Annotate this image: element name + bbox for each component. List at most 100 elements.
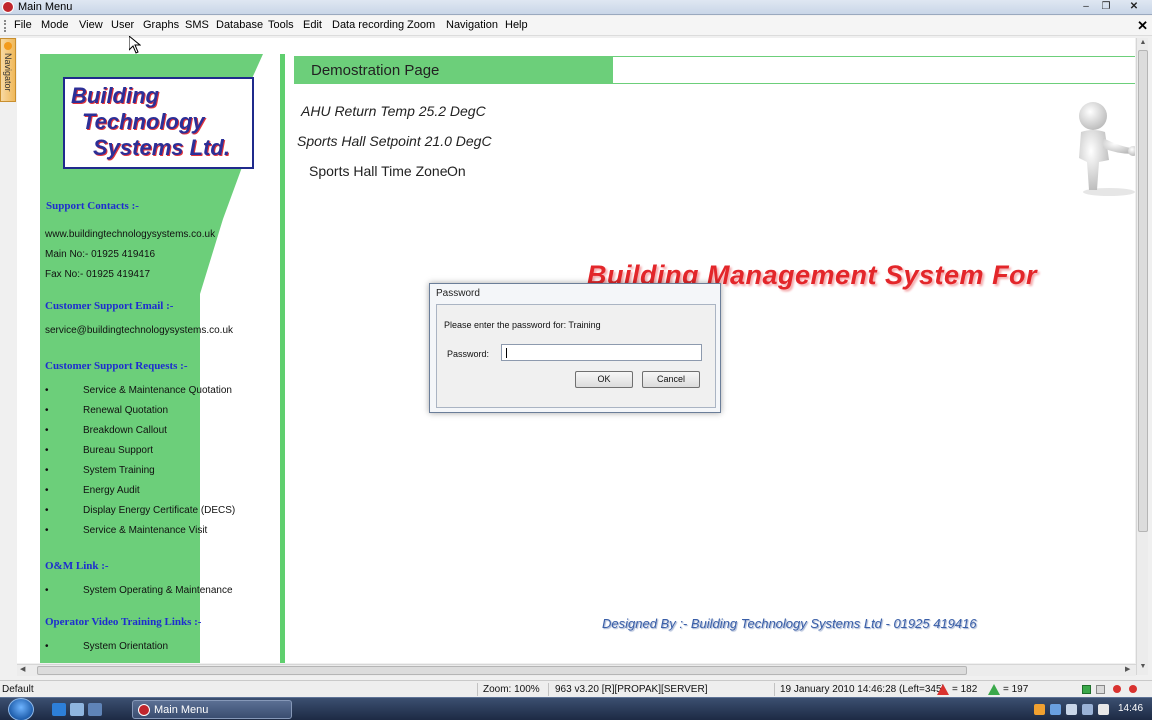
designed-by-credit: Designed By :- Building Technology Syste… [602, 616, 977, 631]
status-mode: Default [2, 684, 34, 695]
request-link[interactable]: Breakdown Callout [83, 425, 167, 436]
scroll-right-icon[interactable]: ▶ [1125, 665, 1130, 673]
status-separator [774, 683, 775, 696]
request-link[interactable]: Service & Maintenance Visit [83, 525, 207, 536]
video-link[interactable]: System Orientation [83, 641, 168, 652]
window-title: Main Menu [18, 1, 73, 13]
app-icon [2, 1, 14, 13]
fax-number: Fax No:- 01925 419417 [45, 269, 151, 280]
close-document-icon[interactable]: ✕ [1137, 18, 1148, 34]
taskbar-main-menu[interactable]: Main Menu [132, 700, 292, 719]
page-header-line [613, 56, 1135, 84]
vertical-scrollbar[interactable]: ▲ ▼ [1136, 38, 1148, 675]
start-button[interactable] [8, 698, 34, 720]
menu-help[interactable]: Help [505, 19, 528, 31]
pin-icon [4, 42, 12, 50]
ok-button[interactable]: OK [575, 371, 633, 388]
video-heading: Operator Video Training Links :- [45, 616, 202, 628]
password-input[interactable] [501, 344, 702, 361]
requests-heading: Customer Support Requests :- [45, 360, 188, 372]
page-title: Demostration Page [311, 62, 440, 79]
bullet: • [45, 425, 49, 436]
explorer-icon[interactable] [88, 703, 102, 716]
scroll-down-icon[interactable]: ▼ [1137, 663, 1149, 670]
status-separator [477, 683, 478, 696]
close-window-button[interactable]: ✕ [1124, 0, 1144, 14]
menu-file[interactable]: File [14, 19, 32, 31]
time-zone-label: Sports Hall Time Zone [309, 163, 448, 179]
vertical-scroll-thumb[interactable] [1138, 50, 1148, 532]
menu-user[interactable]: User [111, 19, 134, 31]
request-link[interactable]: Renewal Quotation [83, 405, 168, 416]
menu-grip-icon [4, 20, 6, 32]
printer-icon [1096, 685, 1105, 694]
ahu-return-temp[interactable]: AHU Return Temp 25.2 DegC [301, 103, 486, 119]
alarm-led-icon [1129, 685, 1137, 693]
logo-line-3: Systems Ltd. [93, 135, 230, 160]
ie-icon[interactable] [52, 703, 66, 716]
menu-zoom[interactable]: Zoom [407, 19, 435, 31]
tray-icon[interactable] [1034, 704, 1045, 715]
main-phone: Main No:- 01925 419416 [45, 249, 156, 260]
request-link[interactable]: Service & Maintenance Quotation [83, 385, 232, 396]
alarm-count-b: = 197 [1003, 684, 1029, 695]
desktop-icon[interactable] [70, 703, 84, 716]
network-icon [1082, 685, 1091, 694]
task-app-icon [138, 704, 150, 716]
menu-edit[interactable]: Edit [303, 19, 322, 31]
system-tray: 14:46 [1030, 701, 1150, 718]
menu-view[interactable]: View [79, 19, 103, 31]
menu-tools[interactable]: Tools [268, 19, 294, 31]
request-link[interactable]: Bureau Support [83, 445, 153, 456]
scroll-left-icon[interactable]: ◀ [20, 665, 25, 673]
navigator-tab[interactable]: Navigator [0, 38, 16, 102]
sidebar-divider [280, 54, 285, 663]
om-link[interactable]: System Operating & Maintenance [83, 585, 233, 596]
record-icon [1113, 685, 1121, 693]
horizontal-scroll-thumb[interactable] [37, 666, 967, 675]
horizontal-scrollbar[interactable]: ◀ ▶ [17, 664, 1136, 676]
bullet: • [45, 405, 49, 416]
text-caret [506, 348, 507, 358]
password-dialog: Password Please enter the password for: … [429, 283, 721, 413]
title-bar: Main Menu – ❐ ✕ [0, 0, 1152, 15]
volume-icon[interactable] [1098, 704, 1109, 715]
taskbar: Main Menu 14:46 [0, 697, 1152, 720]
tray-icon[interactable] [1050, 704, 1061, 715]
bullet: • [45, 485, 49, 496]
clock[interactable]: 14:46 [1118, 703, 1143, 714]
task-label: Main Menu [154, 704, 209, 716]
restore-button[interactable]: ❐ [1096, 0, 1116, 14]
menu-graphs[interactable]: Graphs [143, 19, 179, 31]
logo-line-1: Building [71, 83, 159, 108]
tray-icon[interactable] [1066, 704, 1077, 715]
alarm-up-icon [937, 684, 949, 695]
tray-icon[interactable] [1082, 704, 1093, 715]
minimize-button[interactable]: – [1076, 0, 1096, 14]
request-link[interactable]: Display Energy Certificate (DECS) [83, 505, 235, 516]
dialog-prompt: Please enter the password for: Training [444, 320, 601, 330]
om-heading: O&M Link :- [45, 560, 109, 572]
menu-database[interactable]: Database [216, 19, 263, 31]
menu-data-recording[interactable]: Data recording [332, 19, 404, 31]
menu-mode[interactable]: Mode [41, 19, 69, 31]
menu-navigation[interactable]: Navigation [446, 19, 498, 31]
password-label: Password: [447, 349, 490, 359]
status-zoom: Zoom: 100% [483, 684, 540, 695]
bullet: • [45, 465, 49, 476]
dialog-title: Password [436, 288, 480, 299]
request-link[interactable]: Energy Audit [83, 485, 140, 496]
scroll-up-icon[interactable]: ▲ [1137, 39, 1149, 46]
cancel-button[interactable]: Cancel [642, 371, 700, 388]
request-link[interactable]: System Training [83, 465, 155, 476]
menu-sms[interactable]: SMS [185, 19, 209, 31]
website-link[interactable]: www.buildingtechnologysystems.co.uk [45, 229, 215, 240]
company-logo: Building Technology Systems Ltd. [63, 77, 254, 169]
support-email-link[interactable]: service@buildingtechnologysystems.co.uk [45, 325, 233, 336]
sports-hall-setpoint[interactable]: Sports Hall Setpoint 21.0 DegC [297, 133, 492, 149]
bullet: • [45, 585, 49, 596]
alarm-count-a: = 182 [952, 684, 978, 695]
status-version: 963 v3.20 [R][PROPAK][SERVER] [555, 684, 708, 695]
time-zone-value[interactable]: On [447, 163, 466, 179]
menu-bar: File Mode View User Graphs SMS Database … [0, 16, 1152, 36]
